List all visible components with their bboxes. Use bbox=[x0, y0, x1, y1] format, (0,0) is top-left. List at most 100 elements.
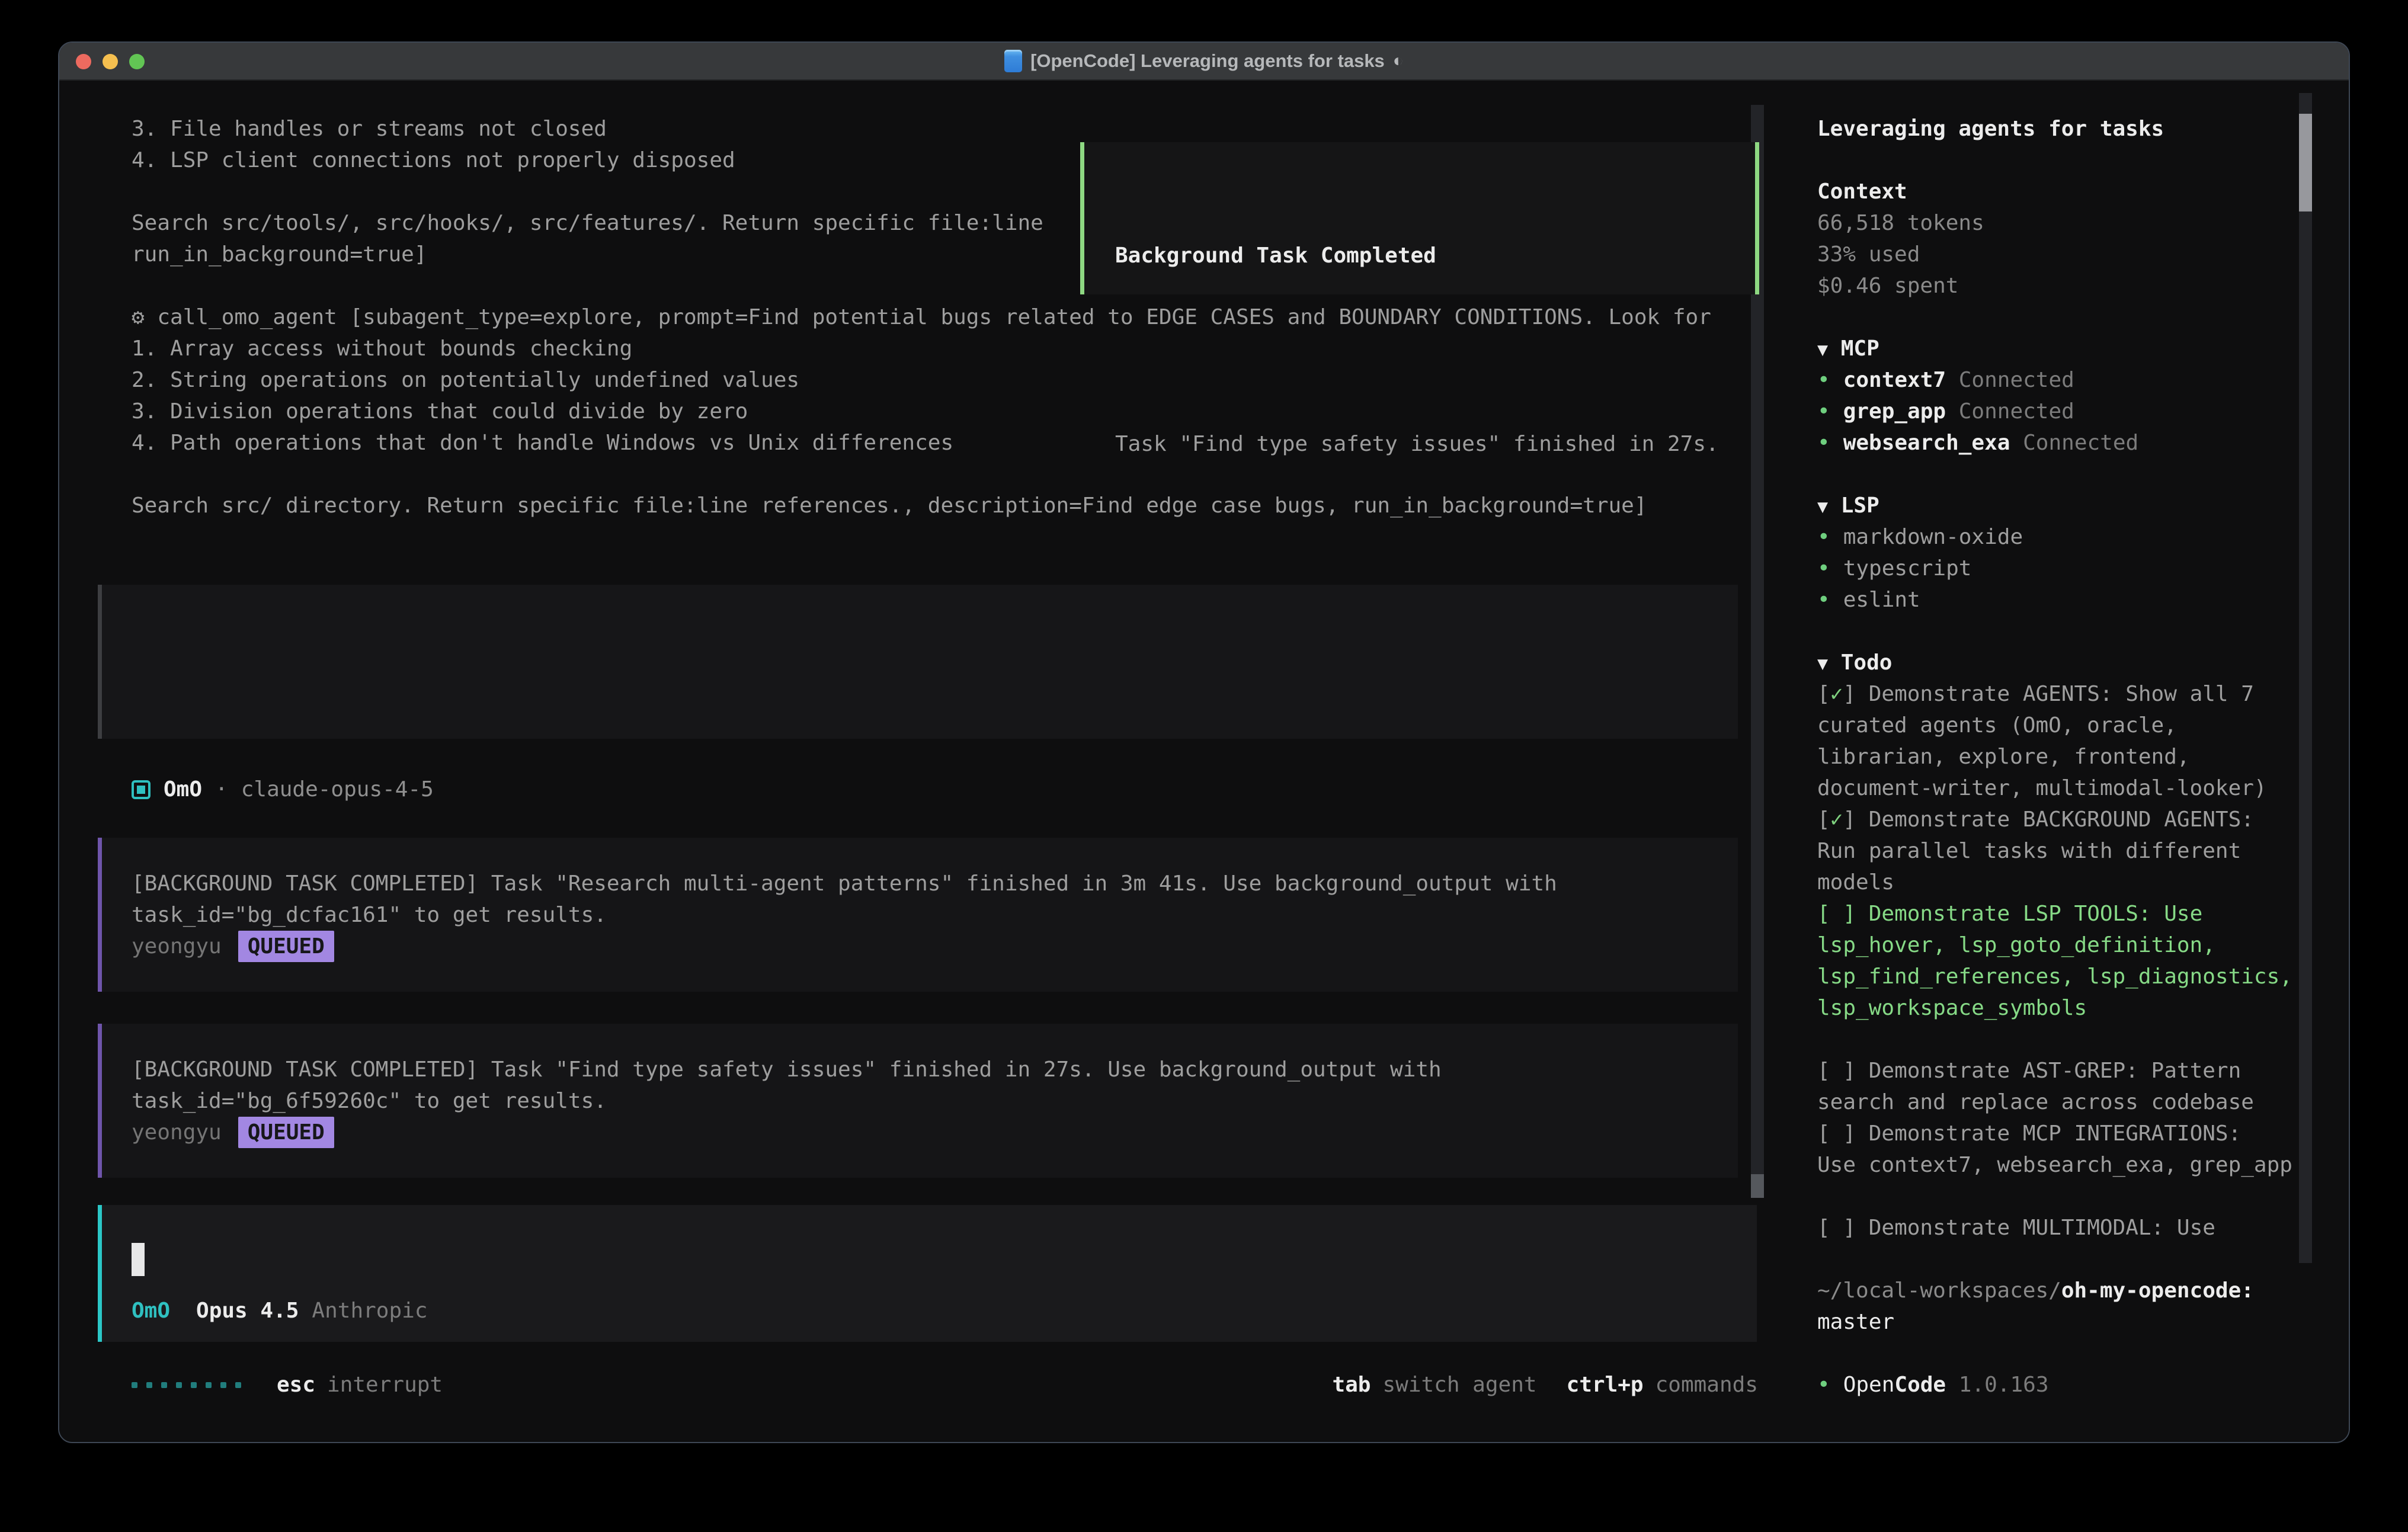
message-meta: yeongyuQUEUED bbox=[132, 931, 1738, 962]
checkbox-state bbox=[1830, 1121, 1843, 1146]
checkbox-state: ✓ bbox=[1830, 807, 1843, 832]
terminal-line-text: Search src/tools/, src/hooks/, src/featu… bbox=[132, 211, 1043, 235]
mcp-server-name: context7 bbox=[1843, 368, 1946, 392]
terminal-line-text: 3. Division operations that could divide… bbox=[132, 399, 748, 424]
terminal-line: 3. File handles or streams not closed bbox=[132, 113, 1743, 145]
ctrlp-key-hint: ctrl+p bbox=[1567, 1369, 1644, 1400]
mcp-list: •context7 Connected•grep_app Connected•w… bbox=[1817, 364, 2349, 459]
status-dot-icon: • bbox=[1817, 399, 1830, 424]
context-heading: Context bbox=[1817, 176, 2349, 207]
prompt-input[interactable]: OmO Opus 4.5 Anthropic bbox=[98, 1205, 1757, 1342]
lsp-server-name: typescript bbox=[1843, 556, 1972, 581]
background-task-toast: Background Task Completed Task "Find typ… bbox=[1080, 142, 1759, 294]
status-dot-icon: • bbox=[1817, 1373, 1830, 1397]
checkbox: ] bbox=[1843, 1216, 1868, 1240]
toast-title: Background Task Completed bbox=[1115, 240, 1755, 271]
checkbox-state bbox=[1830, 1216, 1843, 1240]
todo-section-header[interactable]: ▼ Todo bbox=[1817, 647, 2349, 678]
status-dot-icon: • bbox=[1817, 368, 1830, 392]
checkbox-state bbox=[1830, 1059, 1843, 1083]
text-cursor bbox=[132, 1243, 145, 1276]
input-model-name: Opus 4.5 bbox=[196, 1295, 299, 1326]
context-stat: 66,518 tokens bbox=[1817, 207, 2349, 239]
status-bar: esc interrupt tab switch agent ctrl+p co… bbox=[132, 1369, 1758, 1400]
lsp-list: • markdown-oxide • typescript •eslint bbox=[1817, 521, 2349, 616]
mcp-section-header[interactable]: ▼ MCP bbox=[1817, 333, 2349, 364]
queued-badge: QUEUED bbox=[238, 1117, 334, 1148]
todo-item: [ ] Demonstrate MCP INTEGRATIONS: Use co… bbox=[1817, 1118, 2298, 1181]
checkbox-state: ✓ bbox=[1830, 682, 1843, 706]
terminal-line-text: 3. File handles or streams not closed bbox=[132, 117, 607, 141]
agent-model-name: claude-opus-4-5 bbox=[241, 774, 434, 805]
checkbox: ] bbox=[1843, 902, 1868, 926]
message-line: task_id="bg_6f59260c" to get results. bbox=[132, 1085, 1738, 1117]
spinner-dot-icon bbox=[220, 1382, 226, 1388]
background-task-message: [BACKGROUND TASK COMPLETED] Task "Resear… bbox=[98, 838, 1738, 992]
tab-key-hint: tab bbox=[1332, 1369, 1370, 1400]
lsp-server-name: markdown-oxide bbox=[1843, 525, 2023, 549]
window-titlebar: [OpenCode] Leveraging agents for tasks ◐ bbox=[59, 43, 2349, 81]
context-stat: $0.46 spent bbox=[1817, 270, 2349, 302]
status-dot-icon: • bbox=[1817, 525, 1830, 549]
esc-key-hint: esc bbox=[277, 1369, 315, 1400]
spinner-dot-icon bbox=[161, 1382, 167, 1388]
working-spinner bbox=[132, 1382, 241, 1388]
input-provider-name: Anthropic bbox=[312, 1295, 427, 1326]
checkbox: ] bbox=[1843, 1121, 1868, 1146]
esc-key-label: interrupt bbox=[327, 1369, 443, 1400]
terminal-line-text: 4. Path operations that don't handle Win… bbox=[132, 431, 953, 455]
lsp-item: • markdown-oxide bbox=[1817, 521, 2349, 553]
app-window: [OpenCode] Leveraging agents for tasks ◐… bbox=[58, 41, 2350, 1443]
lsp-section-header[interactable]: ▼ LSP bbox=[1817, 490, 2349, 521]
todo-item: [ ] Demonstrate MULTIMODAL: Use bbox=[1817, 1212, 2298, 1243]
workspace-path: ~/local-workspaces/oh-my-opencode: bbox=[1817, 1275, 2298, 1306]
message-meta: yeongyu QUEUED bbox=[132, 1117, 1738, 1148]
agent-session-header: OmO · claude-opus-4-5 bbox=[132, 774, 434, 805]
todo-item: [✓] Demonstrate BACKGROUND AGENTS: Run p… bbox=[1817, 804, 2298, 898]
mcp-server-name: websearch_exa bbox=[1843, 431, 2010, 455]
close-button[interactable] bbox=[76, 54, 91, 69]
author-label: yeongyu bbox=[132, 1120, 222, 1145]
chevron-down-icon: ▼ bbox=[1817, 653, 1828, 674]
input-agent-name: OmO bbox=[132, 1295, 170, 1326]
traffic-lights bbox=[76, 54, 145, 69]
checkbox: ] bbox=[1843, 807, 1868, 832]
chevron-down-icon: ▼ bbox=[1817, 339, 1828, 360]
zoom-button[interactable] bbox=[129, 54, 145, 69]
terminal-line-text: 1. Array access without bounds checking bbox=[132, 336, 632, 361]
checkbox: [ bbox=[1817, 902, 1830, 926]
oracle-task-panel: ◉ Oracle Task "Deep architecture review"… bbox=[98, 585, 1738, 739]
git-branch: master bbox=[1817, 1306, 2349, 1338]
chat-scrollbar-thumb[interactable] bbox=[1751, 1174, 1764, 1198]
context-stats: 66,518 tokens33% used$0.46 spent bbox=[1817, 207, 2349, 302]
todo-list: [✓] Demonstrate AGENTS: Show all 7 curat… bbox=[1817, 678, 2298, 1243]
checkbox: ] bbox=[1843, 682, 1868, 706]
spinner-dot-icon bbox=[191, 1382, 197, 1388]
ctrlp-key-label: commands bbox=[1655, 1369, 1758, 1400]
status-dot-icon: • bbox=[1817, 431, 1830, 455]
agent-name: OmO bbox=[164, 774, 202, 805]
spinner-dot-icon bbox=[235, 1382, 241, 1388]
window-title: [OpenCode] Leveraging agents for tasks bbox=[1030, 50, 1385, 72]
mcp-item: •websearch_exa Connected bbox=[1817, 427, 2349, 459]
lsp-item: •eslint bbox=[1817, 584, 2349, 616]
background-task-message: [BACKGROUND TASK COMPLETED] Task "Find t… bbox=[98, 1024, 1738, 1178]
checkbox: [ bbox=[1817, 807, 1830, 832]
checkbox: [ bbox=[1817, 1059, 1830, 1083]
mcp-item: • context7 Connected bbox=[1817, 364, 2349, 396]
status-dot-icon: • bbox=[1817, 588, 1830, 612]
terminal-line-text: 2. String operations on potentially unde… bbox=[132, 368, 799, 392]
todo-item: [✓] Demonstrate AGENTS: Show all 7 curat… bbox=[1817, 678, 2298, 804]
sidebar-session-title: Leveraging agents for tasks bbox=[1817, 113, 2349, 145]
checkbox: ] bbox=[1843, 1059, 1868, 1083]
terminal-line-text: run_in_background=true] bbox=[132, 242, 427, 267]
gear-icon: ⚙ bbox=[132, 305, 157, 329]
message-line: [BACKGROUND TASK COMPLETED] Task "Resear… bbox=[132, 868, 1738, 899]
minimize-button[interactable] bbox=[103, 54, 118, 69]
checkbox-state bbox=[1830, 902, 1843, 926]
chevron-down-icon: ▼ bbox=[1817, 496, 1828, 517]
message-line: task_id="bg_dcfac161" to get results. bbox=[132, 899, 1738, 931]
mcp-server-status: Connected bbox=[1946, 368, 2074, 392]
tab-key-label: switch agent bbox=[1382, 1369, 1536, 1400]
message-line: [BACKGROUND TASK COMPLETED] Task "Find t… bbox=[132, 1054, 1738, 1085]
